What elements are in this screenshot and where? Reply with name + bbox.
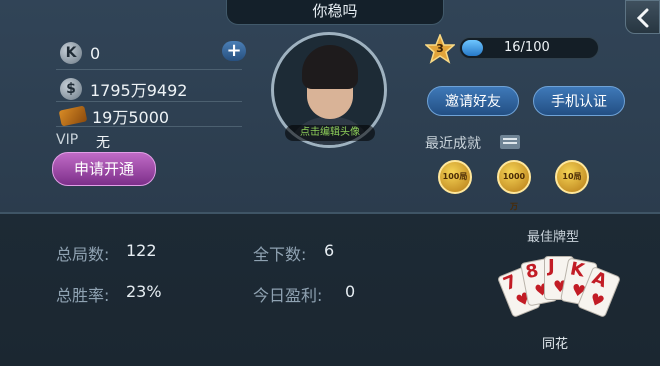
recent-achievements-title: 最近成就 xyxy=(425,136,481,152)
achievement-badge[interactable]: 1000万 xyxy=(497,160,531,211)
best-hand-name: 同花 xyxy=(542,337,569,352)
divider xyxy=(56,101,242,102)
k-coin-icon: K xyxy=(60,42,82,64)
apply-vip-button[interactable]: 申请开通 xyxy=(52,152,156,186)
list-icon[interactable] xyxy=(500,135,520,149)
edit-avatar-label[interactable]: 点击编辑头像 xyxy=(285,125,375,141)
avatar-hair xyxy=(302,45,358,89)
vip-label: VIP xyxy=(56,132,79,148)
coin-value: 1795万9492 xyxy=(90,81,188,100)
exp-progress-fill xyxy=(462,40,483,56)
best-hand-cards: 7 ♥ 8 ♥ J ♥ K ♥ A ♥ xyxy=(496,252,622,328)
exp-progress-text: 16/100 xyxy=(504,40,550,55)
dollar-coin-icon: $ xyxy=(60,78,82,100)
level-value: 3 xyxy=(436,42,444,55)
achievement-badge[interactable]: 10局 xyxy=(555,160,589,194)
total-games-label: 总局数: xyxy=(56,245,110,264)
k-currency-row: K 0 xyxy=(60,42,100,64)
all-in-label: 全下数: xyxy=(253,245,307,264)
page-title: 你稳吗 xyxy=(226,0,444,25)
today-profit-value: 0 xyxy=(345,282,356,301)
divider xyxy=(56,69,242,70)
best-hand-title: 最佳牌型 xyxy=(527,230,580,245)
invite-friends-button[interactable]: 邀请好友 xyxy=(427,86,519,116)
phone-verify-button[interactable]: 手机认证 xyxy=(533,86,625,116)
today-profit-label: 今日盈利: xyxy=(253,286,323,305)
divider xyxy=(56,126,242,127)
exp-progress-bar: 16/100 xyxy=(459,37,599,59)
ticket-row: 19万5000 xyxy=(58,104,170,128)
total-games-value: 122 xyxy=(126,241,157,260)
win-rate-value: 23% xyxy=(126,282,162,301)
vip-value: 无 xyxy=(96,135,110,151)
all-in-value: 6 xyxy=(324,241,335,260)
add-currency-button[interactable]: + xyxy=(222,41,246,61)
back-button[interactable] xyxy=(625,0,660,34)
chevron-left-icon xyxy=(636,8,649,28)
achievement-badge[interactable]: 100局 xyxy=(438,160,472,194)
win-rate-label: 总胜率: xyxy=(56,286,110,305)
k-value: 0 xyxy=(90,43,101,63)
ticket-value: 19万5000 xyxy=(92,108,170,127)
ticket-icon xyxy=(58,105,88,127)
coin-row: $ 1795万9492 xyxy=(60,77,187,101)
